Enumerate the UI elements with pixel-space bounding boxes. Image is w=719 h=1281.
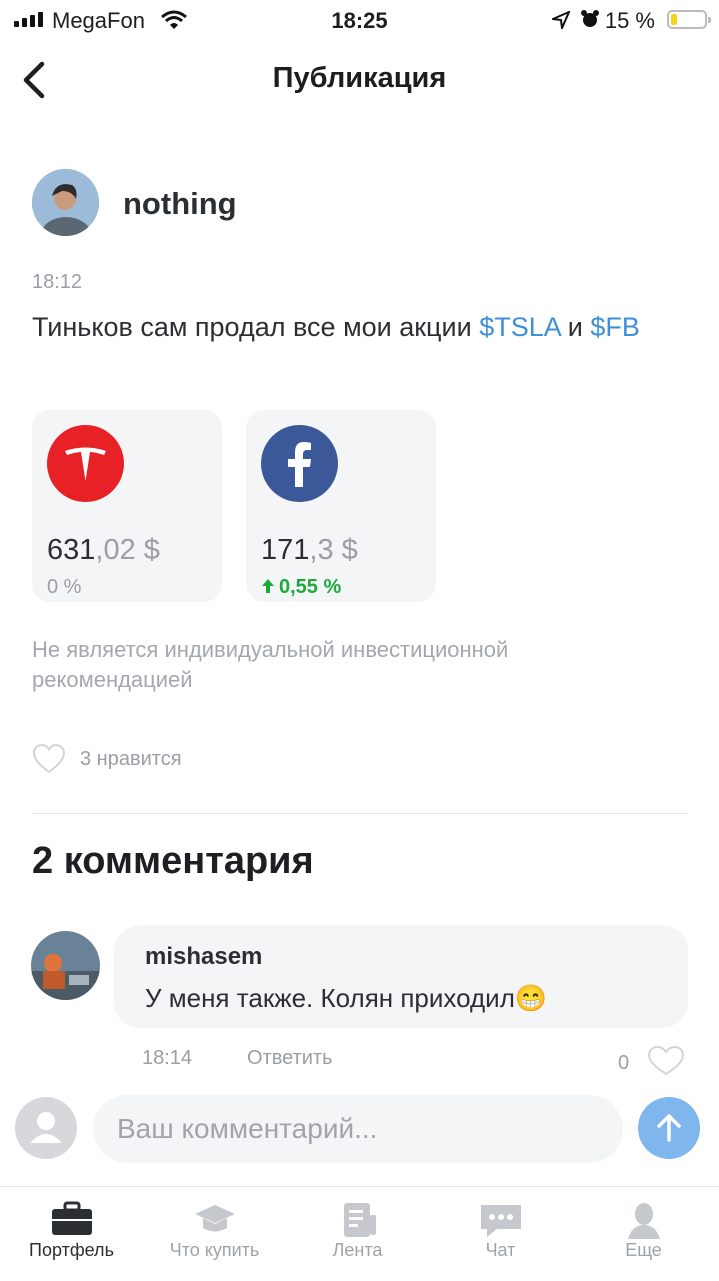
- arrow-up-icon: [262, 579, 274, 593]
- facebook-logo: [261, 425, 338, 502]
- likes-count: 3 нравится: [80, 748, 182, 770]
- tab-chat[interactable]: Чат: [429, 1187, 572, 1281]
- profile-icon: [627, 1203, 660, 1239]
- chat-icon: [480, 1205, 521, 1237]
- tab-label: Что купить: [169, 1240, 260, 1260]
- price-integer: 171: [261, 534, 310, 566]
- author-name[interactable]: nothing: [123, 186, 237, 222]
- divider: [32, 813, 688, 814]
- tab-portfolio[interactable]: Портфель: [0, 1187, 143, 1281]
- stock-price: 631,02 $: [47, 534, 160, 567]
- tab-label: Лента: [332, 1240, 383, 1260]
- comment-time: 18:14: [142, 1047, 193, 1069]
- post-text-part: и: [560, 312, 591, 342]
- reply-button[interactable]: Ответить: [247, 1047, 333, 1070]
- disclaimer: Не является индивидуальной инвестиционно…: [32, 637, 509, 692]
- post-text-part: Тиньков сам продал все мои акции: [32, 312, 480, 342]
- tesla-logo: [47, 425, 124, 502]
- post-time: 18:12: [32, 271, 83, 293]
- tab-label: Еще: [625, 1240, 662, 1260]
- price-change: 0 %: [47, 576, 82, 598]
- comments-title: 2 комментария: [32, 840, 314, 882]
- graduation-cap-icon: [194, 1205, 235, 1232]
- ticker-link-fb[interactable]: $FB: [590, 312, 640, 342]
- battery-percentage: 15 %: [604, 8, 655, 33]
- feed-icon: [343, 1203, 376, 1237]
- arrow-up-icon: [657, 1114, 681, 1142]
- page-title: Публикация: [272, 62, 447, 94]
- comment-text-body: У меня также. Колян приходил: [145, 983, 515, 1013]
- status-bar: MegaFon 18:25 15 %: [0, 0, 719, 40]
- send-button[interactable]: [638, 1097, 700, 1159]
- tab-feed[interactable]: Лента: [286, 1187, 429, 1281]
- tab-what-to-buy[interactable]: Что купить: [143, 1187, 286, 1281]
- alarm-icon: [581, 10, 599, 27]
- tab-more[interactable]: Еще: [572, 1187, 715, 1281]
- comment-heart-icon[interactable]: [646, 1046, 686, 1076]
- price-change-positive: 0,55 %: [261, 576, 341, 599]
- author-avatar[interactable]: [32, 169, 99, 236]
- price-decimal: ,3 $: [309, 534, 358, 566]
- price-decimal: ,02 $: [95, 534, 160, 566]
- battery-icon: [667, 10, 711, 29]
- tab-label: Портфель: [29, 1240, 114, 1260]
- ticker-link-tsla[interactable]: $TSLA: [479, 312, 560, 342]
- stock-price: 171,3 $: [261, 534, 358, 567]
- grin-emoji-icon: 😁: [514, 983, 548, 1013]
- heart-icon[interactable]: [32, 743, 66, 775]
- stock-card-tsla[interactable]: 631,02 $ 0 %: [32, 410, 222, 602]
- price-change-value: 0,55 %: [279, 576, 342, 598]
- tab-label: Чат: [485, 1240, 516, 1260]
- stock-card-fb[interactable]: 171,3 $ 0,55 %: [246, 410, 436, 602]
- comment-text: У меня также. Колян приходил😁: [145, 983, 547, 1014]
- tab-bar: Портфель Что купить Лента Чат Еще: [0, 1186, 719, 1281]
- comment-author[interactable]: mishasem: [145, 943, 262, 971]
- price-integer: 631: [47, 534, 96, 566]
- comment-input[interactable]: [93, 1095, 623, 1163]
- briefcase-icon: [51, 1201, 92, 1235]
- comment-likes-count: 0: [618, 1052, 630, 1074]
- post-text: Тиньков сам продал все мои акции $TSLA и…: [32, 310, 682, 344]
- location-icon: [552, 11, 570, 29]
- my-avatar-icon: [15, 1097, 77, 1159]
- commenter-avatar[interactable]: [31, 931, 100, 1000]
